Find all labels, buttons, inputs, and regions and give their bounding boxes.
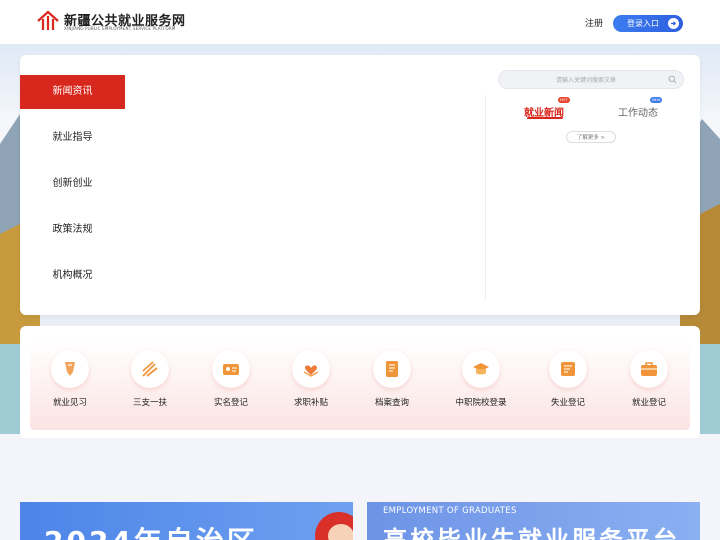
sidebar-item-policy[interactable]: 政策法规 [20, 213, 125, 247]
sidebar-item-institution[interactable]: 机构概况 [20, 259, 125, 293]
services-panel: 就业见习 三支一扶 实名登记 求职补贴 档案查询 中职院校登录 失业登记 就业登… [20, 326, 700, 438]
id-card-icon [212, 350, 250, 388]
document-icon [373, 350, 411, 388]
hand-heart-icon [292, 350, 330, 388]
search-box [498, 70, 684, 89]
service-label: 失业登记 [550, 398, 585, 408]
mascot-face [328, 524, 353, 540]
sidebar-item-entrepreneurship[interactable]: 创新创业 [20, 167, 125, 201]
service-label: 就业登记 [631, 398, 666, 408]
search-input[interactable] [509, 73, 663, 88]
arrow-cluster-icon [131, 350, 169, 388]
service-label: 中职院校登录 [455, 398, 507, 408]
graduation-cap-icon [462, 350, 500, 388]
sidebar-item-news[interactable]: 新闻资讯 [20, 75, 125, 109]
service-three-supports[interactable]: 三支一扶 [111, 350, 191, 425]
top-header: 新疆公共就业服务网 XINJIANG PUBLIC EMPLOYMENT SER… [0, 0, 720, 44]
site-subtitle: XINJIANG PUBLIC EMPLOYMENT SERVICE PLATF… [64, 26, 176, 31]
search-icon[interactable] [668, 75, 677, 84]
certificate-icon [51, 350, 89, 388]
arrow-right-icon [668, 18, 679, 29]
service-employment-registration[interactable]: 就业登记 [610, 350, 690, 425]
banner-left[interactable]: 2024年自治区 [20, 502, 353, 540]
briefcase-icon [630, 350, 668, 388]
services-grid: 就业见习 三支一扶 实名登记 求职补贴 档案查询 中职院校登录 失业登记 就业登… [30, 340, 690, 430]
active-tab-indicator [527, 117, 563, 119]
divider [485, 95, 486, 300]
service-archive-query[interactable]: 档案查询 [353, 350, 433, 425]
service-job-subsidy[interactable]: 求职补贴 [272, 350, 352, 425]
more-button[interactable]: 了解更多 > [566, 131, 616, 143]
side-menu: 新闻资讯 就业指导 创新创业 政策法规 机构概况 [20, 55, 125, 315]
login-button[interactable]: 登录入口 [613, 15, 683, 32]
banner-left-title: 2024年自治区 [44, 520, 258, 540]
login-button-label: 登录入口 [627, 19, 659, 28]
service-label: 档案查询 [374, 398, 409, 408]
service-label: 就业见习 [52, 398, 87, 408]
hot-badge: HOT [558, 97, 570, 103]
banner-right-title: 高校毕业生就业服务平台 [383, 526, 680, 540]
news-panel: 新闻资讯 就业指导 创新创业 政策法规 机构概况 就业新闻 HOT 工作动态 N… [20, 55, 700, 315]
sidebar-item-guidance[interactable]: 就业指导 [20, 121, 125, 155]
banner-right-subtitle: EMPLOYMENT OF GRADUATES [383, 506, 517, 516]
tab-work-updates[interactable]: 工作动态 [618, 104, 658, 119]
banner-right[interactable]: EMPLOYMENT OF GRADUATES 高校毕业生就业服务平台 [367, 502, 700, 540]
service-real-name[interactable]: 实名登记 [192, 350, 272, 425]
registration-icon [549, 350, 587, 388]
service-internship[interactable]: 就业见习 [31, 350, 111, 425]
register-link[interactable]: 注册 [585, 16, 603, 29]
service-vocational-login[interactable]: 中职院校登录 [442, 350, 522, 425]
service-label: 实名登记 [213, 398, 248, 408]
new-badge: NEW [650, 97, 663, 103]
service-label: 三支一扶 [132, 398, 167, 408]
logo-icon [37, 10, 59, 30]
service-label: 求职补贴 [293, 398, 328, 408]
service-unemployment-registration[interactable]: 失业登记 [529, 350, 609, 425]
